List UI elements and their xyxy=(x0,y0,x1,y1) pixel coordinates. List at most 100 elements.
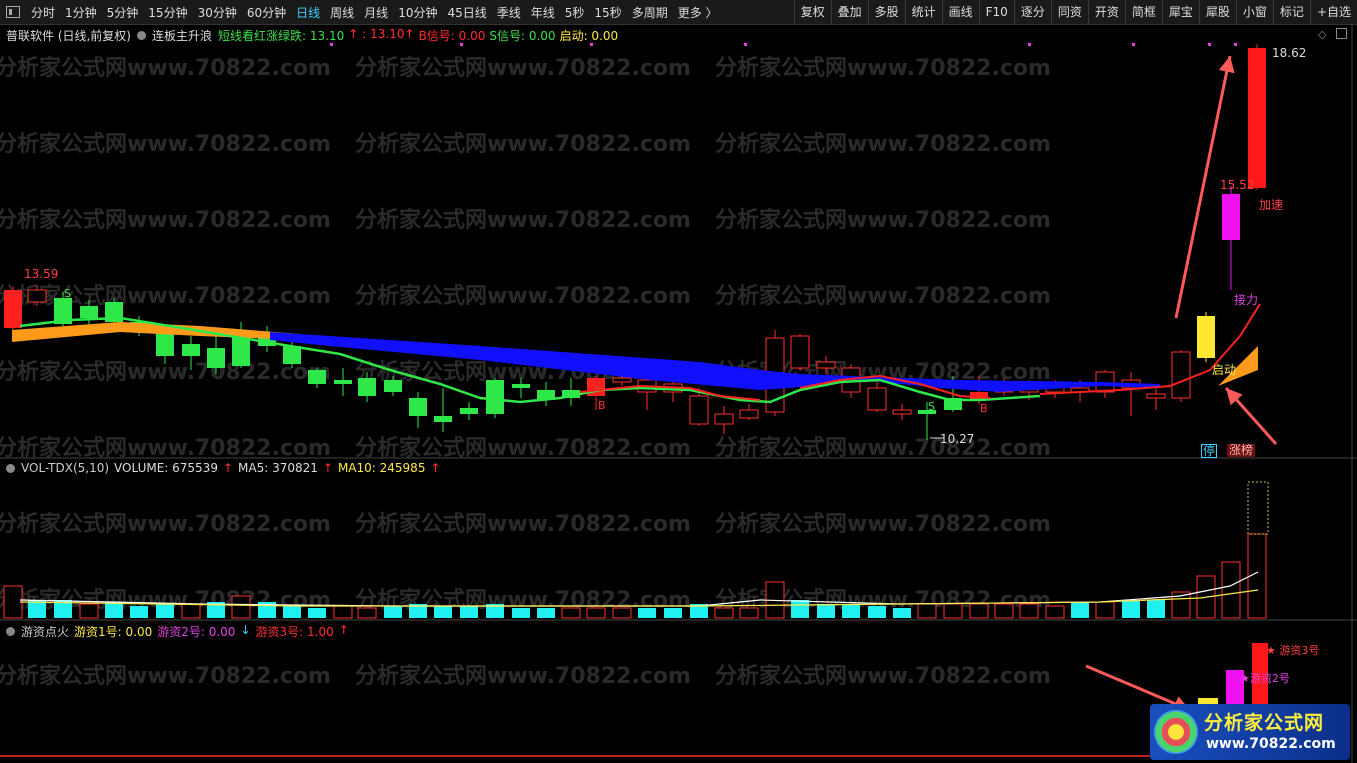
mid-price-label: 15.52 xyxy=(1220,178,1255,192)
volume-bar-22 xyxy=(561,607,581,619)
volume-bar-39 xyxy=(994,603,1014,619)
volume-bar-17 xyxy=(434,606,452,618)
youzi-legend-item-2: 游资2号: 0.00 xyxy=(157,625,236,639)
volume-bar-33 xyxy=(842,604,860,618)
s-signal-2: S xyxy=(928,400,935,413)
watermark-text: 分析家公式网www.70822.com xyxy=(715,131,1051,157)
vol-settings-icon[interactable] xyxy=(6,463,15,473)
youzi-legend-item-5: ↑ xyxy=(338,623,349,637)
watermark-text: 分析家公式网www.70822.com xyxy=(0,55,331,81)
b-signal-1: B xyxy=(598,399,606,412)
watermark-text: 分析家公式网www.70822.com xyxy=(715,283,1051,309)
b-signal-2: B xyxy=(980,402,988,415)
main-legend-item-3: B信号: 0.00 xyxy=(418,29,486,43)
volume-bar-9 xyxy=(231,595,251,619)
watermark-text: 分析家公式网www.70822.com xyxy=(0,663,331,689)
watermark-text: 分析家公式网www.70822.com xyxy=(715,207,1051,233)
youzi-settings-icon[interactable] xyxy=(6,627,15,636)
maximize-icon[interactable] xyxy=(1336,28,1347,39)
watermark-text: 分析家公式网www.70822.com xyxy=(355,55,691,81)
diamond-icon[interactable]: ◇ xyxy=(1318,28,1326,41)
volume-bar-14 xyxy=(357,607,377,619)
volume-bar-26 xyxy=(664,608,682,618)
volume-bar-7 xyxy=(181,603,201,619)
candle-body-13 xyxy=(334,380,352,384)
watermark-text: 分析家公式网www.70822.com xyxy=(715,55,1051,81)
main-legend: 普联软件 (日线,前复权) 连板主升浪 短线看红涨绿跌: 13.10 ↑: 13.… xyxy=(6,27,618,44)
qidong-label: 启动 xyxy=(1212,363,1237,377)
jiasu-label: 加速 xyxy=(1259,198,1284,212)
indicator-name: 连板主升浪 xyxy=(152,29,213,43)
top-price-label: 18.62 xyxy=(1272,46,1307,60)
site-logo: 分析家公式网 www.70822.com xyxy=(1150,704,1350,760)
volume-bar-24 xyxy=(612,607,632,619)
volume-bar-0 xyxy=(3,585,23,619)
candle-body-27 xyxy=(689,395,709,425)
candle-body-14 xyxy=(358,378,376,396)
vol-legend-item-2: ↑ xyxy=(222,461,234,475)
volume-bar-42 xyxy=(1071,602,1089,618)
candle-body-15 xyxy=(384,380,402,392)
volume-bar-45 xyxy=(1147,600,1165,618)
candle-body-32 xyxy=(816,361,836,369)
volume-bar-29 xyxy=(739,607,759,619)
volume-bar-5 xyxy=(130,606,148,618)
main-legend-item-0: 短线看红涨绿跌: 13.10 xyxy=(218,29,345,43)
up-arrow-head xyxy=(1218,56,1235,74)
volume-bar-35 xyxy=(893,608,911,618)
candle-body-11 xyxy=(283,346,301,364)
volume-bar-43 xyxy=(1095,601,1115,619)
youzi-legend-item-0: 游资点火 xyxy=(21,625,70,639)
vol-legend-item-0: VOL-TDX(5,10) xyxy=(21,461,110,475)
volume-bar-23 xyxy=(586,607,606,619)
vol-legend-item-5: MA10: 245985 xyxy=(337,461,426,475)
signal-dot-5 xyxy=(1132,43,1135,46)
watermark-text: 分析家公式网www.70822.com xyxy=(355,511,691,537)
youzi-legend-item-4: 游资3号: 1.00 xyxy=(255,625,334,639)
watermark-text: 分析家公式网www.70822.com xyxy=(355,663,691,689)
candle-body-1 xyxy=(27,289,47,303)
watermark-text: 分析家公式网www.70822.com xyxy=(0,131,331,157)
candle-body-31 xyxy=(790,335,810,369)
low-price-label: 10.27 xyxy=(940,432,975,446)
watermark-text: 分析家公式网www.70822.com xyxy=(0,283,331,309)
candle-body-3 xyxy=(80,306,98,318)
youzi-legend: 游资点火 游资1号: 0.00 游资2号: 0.00 ↓ 游资3号: 1.00 ↑ xyxy=(6,623,349,640)
stock-chart[interactable]: 分析家公式网www.70822.com 分析家公式网www.70822.com 分析… xyxy=(0,0,1357,763)
volume-bar-28 xyxy=(714,607,734,619)
candle-body-45 xyxy=(1146,393,1166,399)
vol-legend-item-6: ↑ xyxy=(430,461,441,475)
volume-bar-37 xyxy=(943,603,963,619)
vol-legend-item-3: MA5: 370821 xyxy=(238,461,318,475)
candle-body-16 xyxy=(409,398,427,416)
volume-bar-38 xyxy=(969,603,989,619)
candle-body-49 xyxy=(1248,48,1266,188)
main-legend-item-2: : 13.10↑ xyxy=(362,27,415,41)
volume-bar-13 xyxy=(333,605,353,619)
main-legend-item-1: ↑ xyxy=(348,27,359,41)
main-legend-item-5: 启动: 0.00 xyxy=(559,29,619,43)
volume-bar-34 xyxy=(868,606,886,618)
jieli-label: 接力 xyxy=(1234,293,1259,307)
candle-body-19 xyxy=(486,380,504,414)
logo-title: 分析家公式网 xyxy=(1204,712,1325,734)
volume-bar-41 xyxy=(1045,605,1065,619)
indicator-settings-icon[interactable] xyxy=(137,31,146,40)
candle-body-28 xyxy=(714,413,734,425)
vol-legend-item-1: VOLUME: 675539 xyxy=(114,461,218,475)
signal-dot-7 xyxy=(1234,43,1237,46)
candle-body-29 xyxy=(739,409,759,419)
volume-bar-48 xyxy=(1221,561,1241,619)
watermark-text: 分析家公式网www.70822.com xyxy=(715,511,1051,537)
watermark-text: 分析家公式网www.70822.com xyxy=(355,207,691,233)
volume-legend: VOL-TDX(5,10) VOLUME: 675539 ↑ MA5: 370821 ↑… xyxy=(6,461,441,475)
watermark-text: 分析家公式网www.70822.com xyxy=(715,663,1051,689)
candle-body-24 xyxy=(612,377,632,383)
volume-bar-44 xyxy=(1122,600,1140,618)
candle-body-7 xyxy=(182,344,200,356)
watermark-text: 分析家公式网www.70822.com xyxy=(715,435,1051,461)
volume-bar-31 xyxy=(791,600,809,618)
volume-bar-40 xyxy=(1019,603,1039,619)
youzi-legend-item-3: ↓ xyxy=(240,623,251,637)
volume-bar-15 xyxy=(384,606,402,618)
